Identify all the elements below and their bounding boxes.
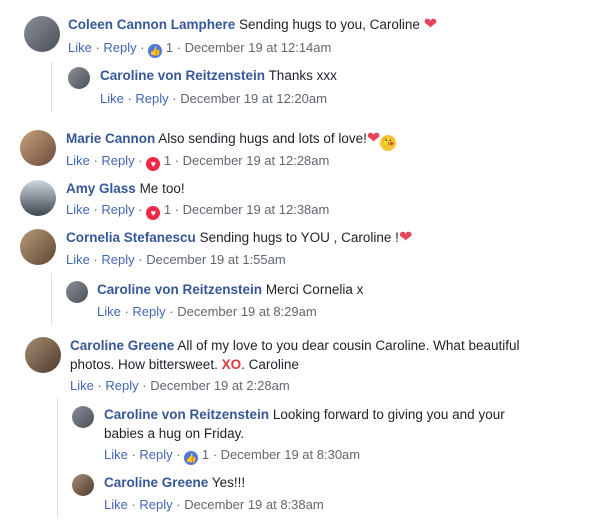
reply-link[interactable]: Reply — [135, 91, 168, 106]
reply-link[interactable]: Reply — [105, 378, 138, 393]
commenter-name[interactable]: Caroline von Reitzenstein — [97, 282, 262, 297]
reply-thread-line — [51, 62, 52, 112]
reply-thread-line — [57, 398, 58, 518]
timestamp[interactable]: December 19 at 2:28am — [150, 378, 289, 393]
reply-link[interactable]: Reply — [101, 202, 134, 217]
commenter-name[interactable]: Caroline Greene — [104, 475, 208, 490]
commenter-name[interactable]: Amy Glass — [66, 181, 136, 196]
commenter-name[interactable]: Cornelia Stefanescu — [66, 230, 196, 245]
timestamp[interactable]: December 19 at 8:30am — [221, 447, 360, 462]
like-link[interactable]: Like — [104, 447, 128, 462]
reply-link[interactable]: Reply — [139, 497, 172, 512]
like-link[interactable]: Like — [66, 252, 90, 267]
avatar[interactable] — [72, 474, 94, 496]
reply-link[interactable]: Reply — [101, 252, 134, 267]
comment-text: babies a hug on Friday. — [104, 426, 245, 441]
comment-text: Merci Cornelia x — [265, 282, 364, 297]
reaction-count[interactable]: 1 — [164, 153, 171, 168]
like-link[interactable]: Like — [68, 40, 92, 55]
timestamp[interactable]: December 19 at 8:29am — [177, 304, 316, 319]
commenter-name[interactable]: Caroline Greene — [70, 338, 174, 353]
commenter-name[interactable]: Marie Cannon — [66, 131, 155, 146]
timestamp[interactable]: December 19 at 8:38am — [184, 497, 323, 512]
comment-text: . Caroline — [241, 357, 299, 372]
commenter-name[interactable]: Caroline von Reitzenstein — [100, 68, 265, 83]
comment-text: Yes!!! — [211, 475, 246, 490]
kiss-emoji-icon: 😘 — [380, 135, 397, 151]
timestamp[interactable]: December 19 at 12:14am — [185, 40, 332, 55]
like-link[interactable]: Like — [70, 378, 94, 393]
heart-reaction-icon[interactable]: ♥ — [146, 157, 161, 171]
comment-text: Also sending hugs and lots of love! — [158, 131, 367, 146]
reply-thread-line — [51, 273, 52, 325]
timestamp[interactable]: December 19 at 12:38am — [183, 202, 330, 217]
reaction-count[interactable]: 1 — [202, 447, 209, 462]
reaction-count[interactable]: 1 — [166, 40, 173, 55]
reply-link[interactable]: Reply — [132, 304, 165, 319]
avatar[interactable] — [24, 16, 60, 52]
comment-text-emphasis: XO — [221, 357, 242, 372]
timestamp[interactable]: December 19 at 12:28am — [183, 153, 330, 168]
comment-text: Sending hugs to you, Caroline — [239, 17, 420, 32]
heart-emoji-icon: ❤ — [366, 130, 381, 147]
reply-link[interactable]: Reply — [139, 447, 172, 462]
like-link[interactable]: Like — [66, 202, 90, 217]
comment-text: photos. How bittersweet. — [70, 357, 218, 372]
like-link[interactable]: Like — [97, 304, 121, 319]
timestamp[interactable]: December 19 at 12:20am — [180, 91, 327, 106]
comment-text: Thanks xxx — [268, 68, 337, 83]
avatar[interactable] — [72, 406, 94, 428]
commenter-name[interactable]: Coleen Cannon Lamphere — [68, 17, 235, 32]
heart-emoji-icon: ❤ — [423, 16, 438, 33]
like-link[interactable]: Like — [66, 153, 90, 168]
commenter-name[interactable]: Caroline von Reitzenstein — [104, 407, 269, 422]
heart-emoji-icon: ❤ — [398, 229, 413, 246]
timestamp[interactable]: December 19 at 1:55am — [146, 252, 285, 267]
comment-text: All of my love to you dear cousin Caroli… — [177, 338, 520, 353]
avatar[interactable] — [20, 180, 56, 216]
avatar[interactable] — [66, 281, 88, 303]
reply-link[interactable]: Reply — [101, 153, 134, 168]
avatar[interactable] — [25, 337, 61, 373]
thumbs-up-reaction-icon[interactable]: 👍 — [184, 451, 199, 465]
reaction-count[interactable]: 1 — [164, 202, 171, 217]
like-link[interactable]: Like — [100, 91, 124, 106]
thumbs-up-reaction-icon[interactable]: 👍 — [148, 44, 163, 58]
avatar[interactable] — [20, 130, 56, 166]
avatar[interactable] — [20, 229, 56, 265]
comment-text: Me too! — [139, 181, 185, 196]
comment-text: Looking forward to giving you and your — [272, 407, 505, 422]
heart-reaction-icon[interactable]: ♥ — [146, 206, 161, 220]
comment-text: Sending hugs to YOU , Caroline ! — [199, 230, 399, 245]
like-link[interactable]: Like — [104, 497, 128, 512]
reply-link[interactable]: Reply — [103, 40, 136, 55]
avatar[interactable] — [68, 67, 90, 89]
